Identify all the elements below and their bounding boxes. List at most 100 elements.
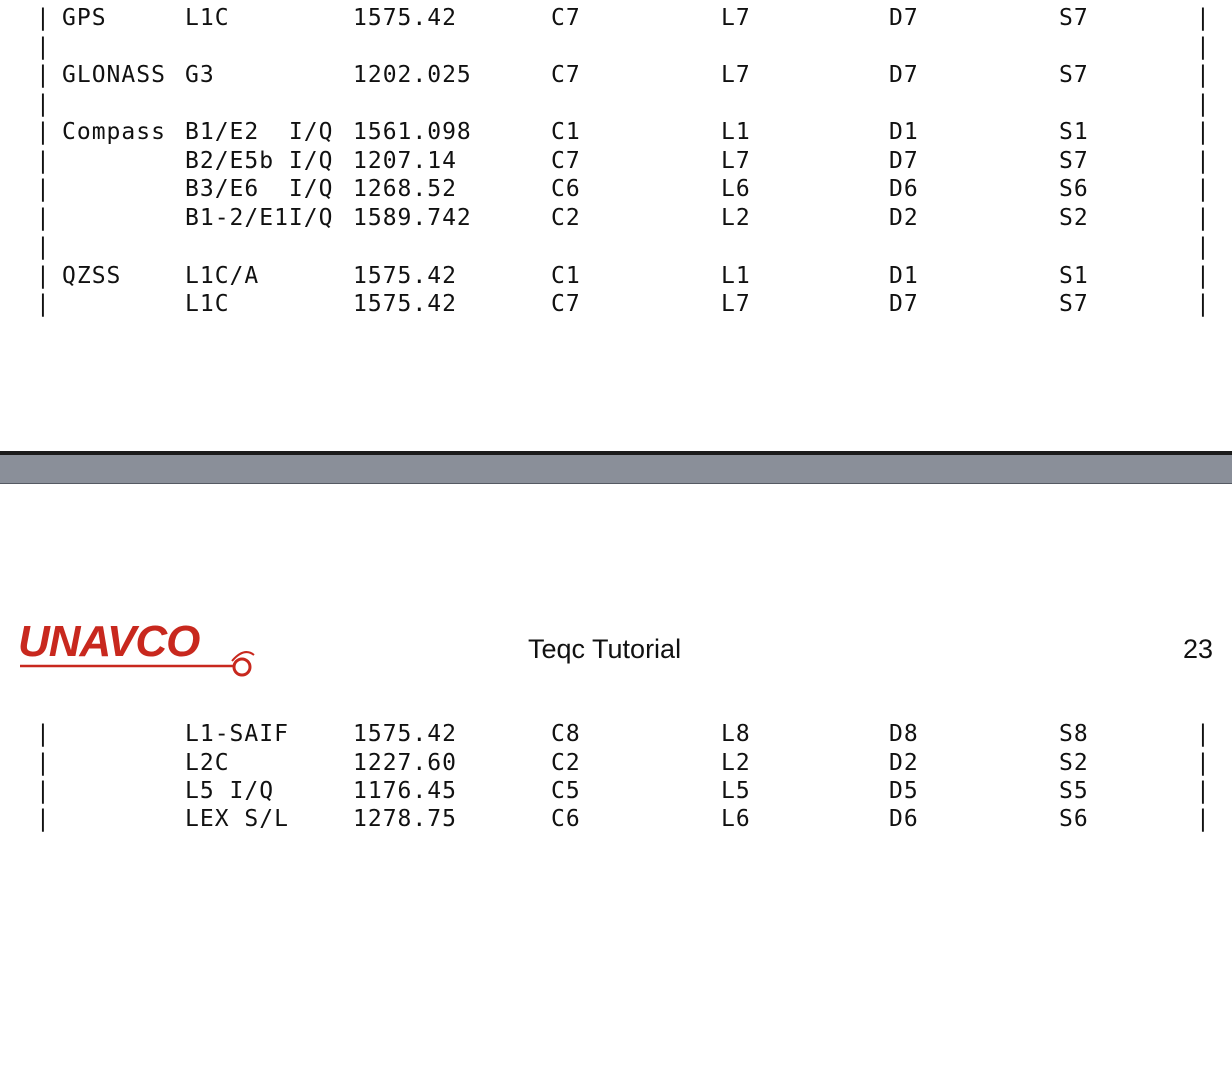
system-cell: Compass <box>62 119 166 145</box>
table-border: | <box>1196 778 1211 804</box>
frequency-cell: 1207.14 <box>353 148 457 174</box>
table-border: | <box>1196 721 1211 747</box>
doppler-obs-cell: D7 <box>889 5 919 31</box>
system-cell: GPS <box>62 5 107 31</box>
table-border: | <box>36 806 51 832</box>
doppler-obs-cell: D7 <box>889 291 919 317</box>
frequency-cell: 1227.60 <box>353 750 457 776</box>
doppler-obs-cell: D8 <box>889 721 919 747</box>
doppler-obs-cell: D1 <box>889 119 919 145</box>
band-cell: B1-2/E1I/Q <box>185 205 334 231</box>
table-row: | GLONASS G3 1202.025 C7 L7 D7 S7 | <box>0 61 1232 89</box>
phase-obs-cell: L1 <box>721 263 751 289</box>
code-obs-cell: C1 <box>551 119 581 145</box>
table-border: | <box>36 119 51 145</box>
frequency-cell: 1176.45 <box>353 778 457 804</box>
band-cell: B3/E6 I/Q <box>185 176 334 202</box>
frequency-cell: 1589.742 <box>353 205 472 231</box>
code-obs-cell: C5 <box>551 778 581 804</box>
table-border: | <box>1196 176 1211 202</box>
table-border: | <box>36 5 51 31</box>
frequency-cell: 1575.42 <box>353 721 457 747</box>
phase-obs-cell: L7 <box>721 148 751 174</box>
table-row: | GPS L1C 1575.42 C7 L7 D7 S7 | <box>0 4 1232 32</box>
system-cell: GLONASS <box>62 62 166 88</box>
frequency-cell: 1202.025 <box>353 62 472 88</box>
phase-obs-cell: L2 <box>721 205 751 231</box>
doppler-obs-cell: D2 <box>889 750 919 776</box>
table-border: | <box>36 62 51 88</box>
phase-obs-cell: L6 <box>721 806 751 832</box>
snr-obs-cell: S2 <box>1059 750 1089 776</box>
table-border: | <box>36 750 51 776</box>
table-border: | <box>1196 119 1211 145</box>
snr-obs-cell: S2 <box>1059 205 1089 231</box>
table-border: | <box>36 205 51 231</box>
band-cell: L1C/A <box>185 263 260 289</box>
band-cell: G3 <box>185 62 215 88</box>
snr-obs-cell: S5 <box>1059 778 1089 804</box>
doppler-obs-cell: D5 <box>889 778 919 804</box>
snr-obs-cell: S7 <box>1059 291 1089 317</box>
table-border: | <box>36 721 51 747</box>
phase-obs-cell: L1 <box>721 119 751 145</box>
table-border: | <box>1196 148 1211 174</box>
table-border: | <box>1196 205 1211 231</box>
doppler-obs-cell: D2 <box>889 205 919 231</box>
table-row: | Compass B1/E2 I/Q 1561.098 C1 L1 D1 S1… <box>0 118 1232 146</box>
snr-obs-cell: S6 <box>1059 176 1089 202</box>
table-border: | <box>1196 34 1211 60</box>
band-cell: L1C <box>185 5 230 31</box>
phase-obs-cell: L7 <box>721 291 751 317</box>
doppler-obs-cell: D7 <box>889 148 919 174</box>
logo-swoosh-icon <box>20 651 255 677</box>
frequency-cell: 1575.42 <box>353 5 457 31</box>
table-row: | | <box>0 233 1232 261</box>
code-obs-cell: C1 <box>551 263 581 289</box>
phase-obs-cell: L5 <box>721 778 751 804</box>
table-row: | L5 I/Q 1176.45 C5 L5 D5 S5 | <box>0 777 1232 805</box>
footer-title: Teqc Tutorial <box>528 634 682 664</box>
table-row: | L1C 1575.42 C7 L7 D7 S7 | <box>0 290 1232 318</box>
table-border: | <box>1196 234 1211 260</box>
table-border: | <box>36 263 51 289</box>
code-obs-cell: C7 <box>551 5 581 31</box>
frequency-cell: 1575.42 <box>353 291 457 317</box>
table-border: | <box>1196 62 1211 88</box>
doppler-obs-cell: D7 <box>889 62 919 88</box>
code-obs-cell: C8 <box>551 721 581 747</box>
code-obs-cell: C7 <box>551 291 581 317</box>
table-border: | <box>1196 806 1211 832</box>
band-cell: L1C <box>185 291 230 317</box>
snr-obs-cell: S8 <box>1059 721 1089 747</box>
snr-obs-cell: S7 <box>1059 148 1089 174</box>
code-obs-cell: C7 <box>551 62 581 88</box>
table-border: | <box>1196 750 1211 776</box>
table-border: | <box>36 234 51 260</box>
table-row: | | <box>0 90 1232 118</box>
snr-obs-cell: S1 <box>1059 119 1089 145</box>
page-number: 23 <box>1183 634 1214 664</box>
doppler-obs-cell: D6 <box>889 176 919 202</box>
table-border: | <box>36 778 51 804</box>
code-obs-cell: C6 <box>551 806 581 832</box>
table-row: | L2C 1227.60 C2 L2 D2 S2 | <box>0 749 1232 777</box>
band-cell: B1/E2 I/Q <box>185 119 334 145</box>
table-row: | B3/E6 I/Q 1268.52 C6 L6 D6 S6 | <box>0 175 1232 203</box>
snr-obs-cell: S6 <box>1059 806 1089 832</box>
band-cell: L5 I/Q <box>185 778 275 804</box>
phase-obs-cell: L7 <box>721 5 751 31</box>
snr-obs-cell: S7 <box>1059 5 1089 31</box>
frequency-cell: 1268.52 <box>353 176 457 202</box>
frequency-cell: 1561.098 <box>353 119 472 145</box>
band-cell: B2/E5b I/Q <box>185 148 334 174</box>
table-row: | B2/E5b I/Q 1207.14 C7 L7 D7 S7 | <box>0 147 1232 175</box>
frequency-cell: 1278.75 <box>353 806 457 832</box>
code-obs-cell: C2 <box>551 750 581 776</box>
table-border: | <box>1196 291 1211 317</box>
table-border: | <box>1196 91 1211 117</box>
table-border: | <box>36 34 51 60</box>
doppler-obs-cell: D6 <box>889 806 919 832</box>
band-cell: LEX S/L <box>185 806 289 832</box>
code-obs-cell: C7 <box>551 148 581 174</box>
